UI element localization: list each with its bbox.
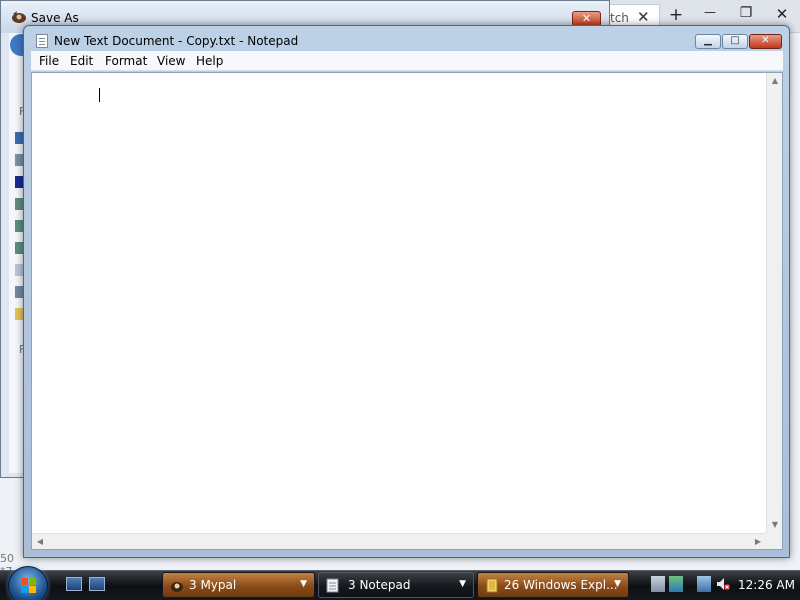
window-title: New Text Document - Copy.txt - Notepad bbox=[54, 34, 299, 48]
browser-new-tab-button[interactable]: + bbox=[664, 5, 688, 27]
volume-muted-icon[interactable] bbox=[716, 576, 730, 592]
notepad-titlebar[interactable]: New Text Document - Copy.txt - Notepad ▁… bbox=[24, 26, 789, 54]
scroll-left-arrow-icon[interactable]: ◀ bbox=[32, 534, 48, 550]
taskbar-button-windows-explorer[interactable]: 26 Windows Expl... ▼ bbox=[477, 572, 629, 598]
menu-edit[interactable]: Edit bbox=[70, 54, 93, 68]
mypal-icon bbox=[171, 582, 183, 592]
taskbar-button-mypal[interactable]: 3 Mypal ▼ bbox=[162, 572, 315, 598]
text-caret bbox=[99, 88, 100, 102]
scroll-down-arrow-icon[interactable]: ▼ bbox=[767, 517, 783, 533]
chevron-down-icon: ▼ bbox=[459, 579, 466, 589]
menu-view[interactable]: View bbox=[157, 54, 185, 68]
taskbar-button-label: 3 Mypal bbox=[189, 578, 237, 592]
browser-tab-title: tch bbox=[610, 11, 629, 25]
close-button[interactable]: ✕ bbox=[749, 34, 782, 49]
menu-bar: File Edit Format View Help bbox=[31, 51, 783, 71]
switch-windows-icon[interactable] bbox=[89, 577, 105, 591]
system-clock[interactable]: 12:26 AM bbox=[738, 578, 795, 592]
save-as-title: Save As bbox=[31, 11, 79, 25]
chevron-down-icon: ▼ bbox=[300, 579, 307, 589]
menu-help[interactable]: Help bbox=[196, 54, 223, 68]
maximize-button[interactable]: □ bbox=[722, 34, 748, 49]
notepad-icon bbox=[36, 34, 48, 48]
folder-icon bbox=[486, 578, 498, 593]
taskbar-button-label: 3 Notepad bbox=[348, 578, 411, 592]
menu-format[interactable]: Format bbox=[105, 54, 147, 68]
browser-minimize-button[interactable]: — bbox=[698, 5, 722, 27]
browser-close-button[interactable]: ✕ bbox=[770, 5, 794, 27]
mypal-icon bbox=[12, 11, 26, 23]
network-icon[interactable] bbox=[697, 576, 711, 592]
chevron-down-icon: ▼ bbox=[614, 579, 621, 589]
scroll-right-arrow-icon[interactable]: ▶ bbox=[750, 534, 766, 550]
menu-file[interactable]: File bbox=[39, 54, 59, 68]
scrollbar-corner bbox=[766, 533, 782, 549]
notepad-icon bbox=[326, 578, 339, 593]
start-button[interactable] bbox=[8, 566, 48, 600]
taskbar-button-notepad[interactable]: 3 Notepad ▼ bbox=[318, 572, 474, 598]
document-text[interactable] bbox=[32, 73, 766, 533]
notepad-window: New Text Document - Copy.txt - Notepad ▁… bbox=[23, 25, 790, 558]
minimize-button[interactable]: ▁ bbox=[695, 34, 721, 49]
show-desktop-icon[interactable] bbox=[66, 577, 82, 591]
horizontal-scrollbar[interactable]: ◀ ▶ bbox=[32, 533, 766, 549]
browser-tab-close-icon[interactable]: ✕ bbox=[637, 8, 650, 26]
tray-app-icon[interactable] bbox=[651, 576, 665, 592]
windows-logo-icon bbox=[21, 578, 37, 594]
taskbar-button-label: 26 Windows Expl... bbox=[504, 578, 618, 592]
browser-restore-button[interactable]: ❐ bbox=[734, 5, 758, 27]
tray-app-icon[interactable] bbox=[669, 576, 683, 592]
text-edit-area[interactable]: ▲ ▼ ◀ ▶ bbox=[31, 72, 783, 550]
vertical-scrollbar[interactable]: ▲ ▼ bbox=[766, 73, 782, 533]
scroll-up-arrow-icon[interactable]: ▲ bbox=[767, 73, 783, 89]
